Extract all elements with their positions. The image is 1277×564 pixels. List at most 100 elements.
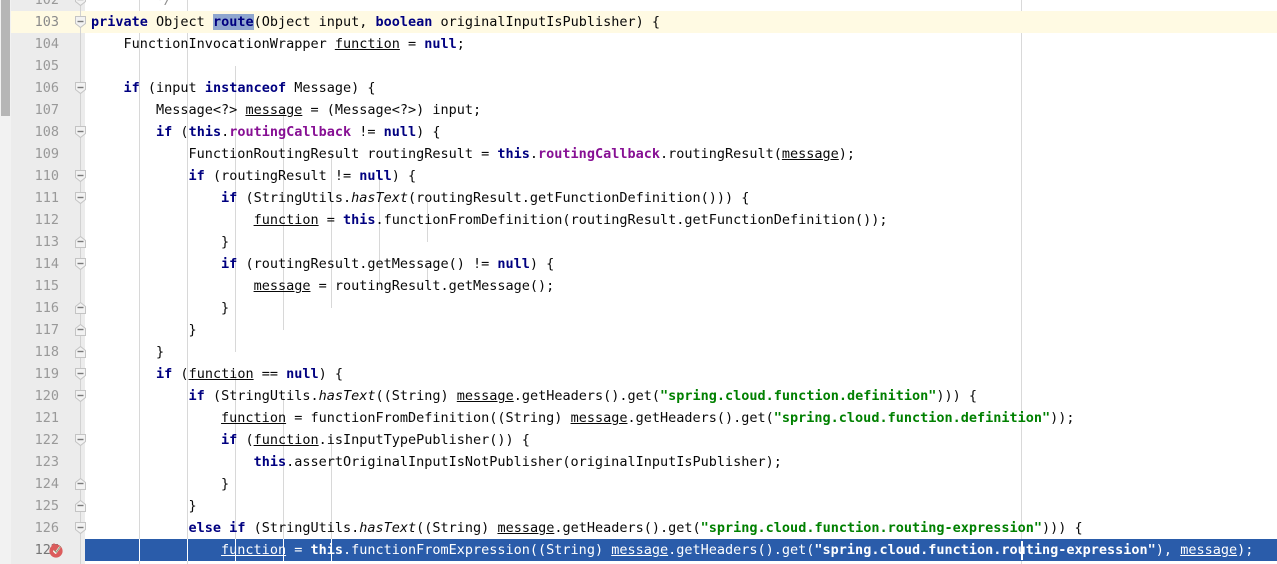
line-number[interactable]: 113 <box>11 231 59 253</box>
code-text[interactable]: FunctionRoutingResult routingResult = th… <box>91 143 856 165</box>
line-number[interactable]: 115 <box>11 275 59 297</box>
fold-block-start-icon[interactable] <box>74 521 87 535</box>
code-text[interactable]: } <box>91 473 229 495</box>
code-line[interactable]: 108 if (this.routingCallback != null) { <box>0 121 1277 143</box>
code-text[interactable]: if (StringUtils.hasText(routingResult.ge… <box>91 187 749 209</box>
code-line[interactable]: 113 } <box>0 231 1277 253</box>
line-number[interactable]: 108 <box>11 121 59 143</box>
fold-block-start-icon[interactable] <box>74 191 87 205</box>
verified-breakpoint-icon[interactable] <box>48 542 65 559</box>
line-number[interactable]: 119 <box>11 363 59 385</box>
code-text[interactable]: message = routingResult.getMessage(); <box>91 275 555 297</box>
code-text[interactable]: if (function == null) { <box>91 363 343 385</box>
line-number[interactable]: 112 <box>11 209 59 231</box>
code-text[interactable]: function = this.functionFromDefinition(r… <box>91 209 888 231</box>
line-number[interactable]: 107 <box>11 99 59 121</box>
code-line[interactable]: 103 private Object route(Object input, bo… <box>0 11 1277 33</box>
code-text[interactable]: function = functionFromDefinition((Strin… <box>91 407 1074 429</box>
fold-block-start-icon[interactable] <box>74 389 87 403</box>
token-kw: if <box>188 168 205 184</box>
code-line[interactable]: 109 FunctionRoutingResult routingResult … <box>0 143 1277 165</box>
code-text[interactable]: if (StringUtils.hasText((String) message… <box>91 385 977 407</box>
code-text[interactable]: else if (StringUtils.hasText((String) me… <box>91 517 1083 539</box>
code-line[interactable]: 114 if (routingResult.getMessage() != nu… <box>0 253 1277 275</box>
fold-block-start-icon[interactable] <box>74 15 87 29</box>
code-text[interactable]: if (routingResult.getMessage() != null) … <box>91 253 554 275</box>
fold-block-start-icon[interactable] <box>74 367 87 381</box>
line-number[interactable]: 104 <box>11 33 59 55</box>
line-number[interactable]: 124 <box>11 473 59 495</box>
fold-block-end-icon[interactable] <box>74 499 87 513</box>
code-text[interactable]: Message<?> message = (Message<?>) input; <box>91 99 481 121</box>
fold-block-start-icon[interactable] <box>74 0 87 7</box>
code-line[interactable]: 105 <box>0 55 1277 77</box>
code-line[interactable]: 111 if (StringUtils.hasText(routingResul… <box>0 187 1277 209</box>
fold-block-start-icon[interactable] <box>74 169 87 183</box>
code-line[interactable]: 127 function = this.functionFromExpressi… <box>0 539 1277 561</box>
code-line[interactable]: 116 } <box>0 297 1277 319</box>
code-line[interactable]: 106 if (input instanceof Message) { <box>0 77 1277 99</box>
code-text[interactable]: if (routingResult != null) { <box>91 165 417 187</box>
code-line[interactable]: 121 function = functionFromDefinition((S… <box>0 407 1277 429</box>
code-line[interactable]: 110 if (routingResult != null) { <box>0 165 1277 187</box>
fold-block-end-icon[interactable] <box>74 301 87 315</box>
line-number[interactable]: 102 <box>11 0 59 11</box>
code-text[interactable]: } <box>91 297 229 319</box>
code-text[interactable]: FunctionInvocationWrapper function = nul… <box>91 33 465 55</box>
fold-block-end-icon[interactable] <box>74 235 87 249</box>
line-number[interactable]: 121 <box>11 407 59 429</box>
token-plain: ; <box>456 36 465 52</box>
line-number[interactable]: 109 <box>11 143 59 165</box>
code-text[interactable]: } <box>91 231 229 253</box>
line-number[interactable]: 111 <box>11 187 59 209</box>
fold-block-start-icon[interactable] <box>74 433 87 447</box>
fold-block-start-icon[interactable] <box>74 257 87 271</box>
code-text[interactable]: private Object route(Object input, boole… <box>91 11 660 33</box>
code-text[interactable]: } <box>91 495 197 517</box>
code-text[interactable]: } <box>91 319 197 341</box>
line-number[interactable]: 105 <box>11 55 59 77</box>
code-text[interactable]: this.assertOriginalInputIsNotPublisher(o… <box>91 451 782 473</box>
code-line[interactable]: 102 */ <box>0 0 1277 11</box>
code-line[interactable]: 104 FunctionInvocationWrapper function =… <box>0 33 1277 55</box>
code-line[interactable]: 124 } <box>0 473 1277 495</box>
code-line[interactable]: 107 Message<?> message = (Message<?>) in… <box>0 99 1277 121</box>
code-line[interactable]: 119 if (function == null) { <box>0 363 1277 385</box>
fold-block-start-icon[interactable] <box>74 81 87 95</box>
code-text[interactable]: */ <box>91 0 172 11</box>
code-line[interactable]: 125 } <box>0 495 1277 517</box>
line-number[interactable]: 123 <box>11 451 59 473</box>
code-line[interactable]: 118 } <box>0 341 1277 363</box>
line-number[interactable]: 110 <box>11 165 59 187</box>
code-line[interactable]: 120 if (StringUtils.hasText((String) mes… <box>0 385 1277 407</box>
code-line[interactable]: 122 if (function.isInputTypePublisher())… <box>0 429 1277 451</box>
line-number[interactable]: 122 <box>11 429 59 451</box>
token-plain: ) { <box>529 256 555 272</box>
fold-block-start-icon[interactable] <box>74 125 87 139</box>
line-number[interactable]: 126 <box>11 517 59 539</box>
token-plain: != <box>351 124 384 140</box>
code-text[interactable]: if (input instanceof Message) { <box>91 77 376 99</box>
token-str: "spring.cloud.function.definition" <box>660 388 937 404</box>
code-text[interactable]: function = this.functionFromExpression((… <box>91 539 1253 561</box>
fold-block-end-icon[interactable] <box>74 323 87 337</box>
line-number[interactable]: 106 <box>11 77 59 99</box>
line-number[interactable]: 114 <box>11 253 59 275</box>
line-number[interactable]: 103 <box>11 11 59 33</box>
code-line[interactable]: 123 this.assertOriginalInputIsNotPublish… <box>0 451 1277 473</box>
code-text[interactable]: } <box>91 341 164 363</box>
line-number[interactable]: 116 <box>11 297 59 319</box>
code-text[interactable]: if (this.routingCallback != null) { <box>91 121 441 143</box>
code-line[interactable]: 112 function = this.functionFromDefiniti… <box>0 209 1277 231</box>
line-number[interactable]: 120 <box>11 385 59 407</box>
code-line[interactable]: 115 message = routingResult.getMessage()… <box>0 275 1277 297</box>
line-number[interactable]: 118 <box>11 341 59 363</box>
code-text[interactable]: if (function.isInputTypePublisher()) { <box>91 429 530 451</box>
code-line[interactable]: 126 else if (StringUtils.hasText((String… <box>0 517 1277 539</box>
line-number[interactable]: 117 <box>11 319 59 341</box>
fold-block-end-icon[interactable] <box>74 345 87 359</box>
fold-block-end-icon[interactable] <box>74 477 87 491</box>
code-line[interactable]: 117 } <box>0 319 1277 341</box>
line-number[interactable]: 125 <box>11 495 59 517</box>
